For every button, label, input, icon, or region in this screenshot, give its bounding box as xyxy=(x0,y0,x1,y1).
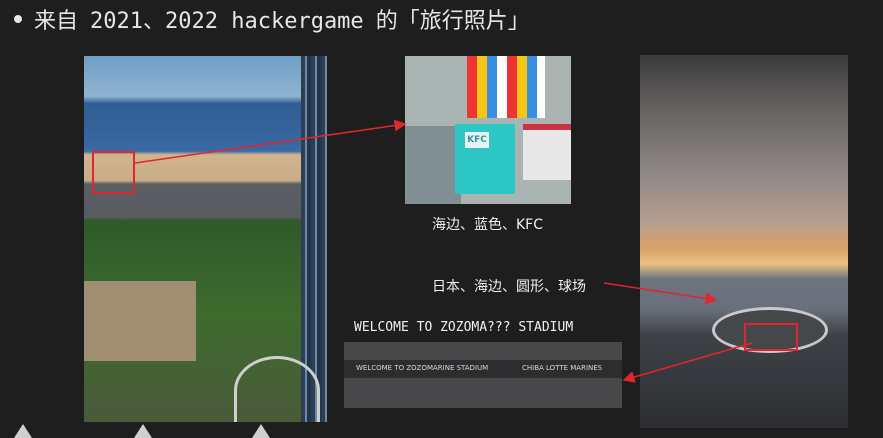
arrow-to-stadium xyxy=(603,282,718,305)
annotation-arrows xyxy=(134,119,753,383)
partial-triangle-shape xyxy=(134,424,152,438)
arrow-to-sign xyxy=(622,342,753,383)
partial-triangle-shape xyxy=(252,424,270,438)
arrow-to-kfc xyxy=(134,119,407,164)
partial-triangle-shape xyxy=(14,424,32,438)
